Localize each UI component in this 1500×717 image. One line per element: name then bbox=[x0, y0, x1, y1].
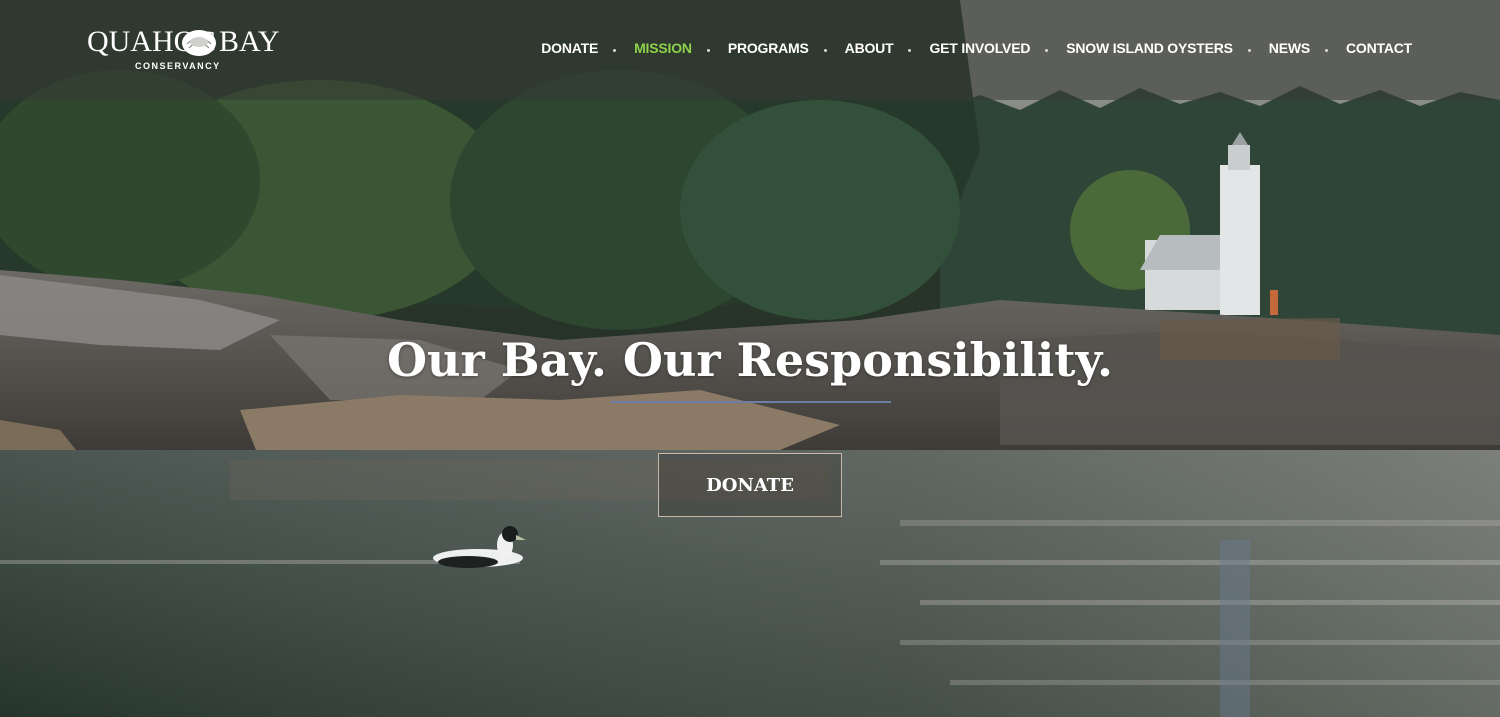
site-header: QUAHOG BAY CONSERVANCY DONATE MISSION PR… bbox=[0, 0, 1500, 100]
logo-subtitle: CONSERVANCY bbox=[135, 61, 221, 71]
logo-word-right: BAY bbox=[219, 25, 280, 58]
nav-label: CONTACT bbox=[1346, 40, 1412, 56]
nav-separator-dot bbox=[613, 48, 617, 52]
hero-title: Our Bay. Our Responsibility. bbox=[386, 332, 1114, 387]
nav-item-about[interactable]: ABOUT bbox=[845, 40, 930, 56]
site-logo[interactable]: QUAHOG BAY CONSERVANCY bbox=[87, 24, 280, 74]
main-navigation: DONATE MISSION PROGRAMS ABOUT GET INVOLV… bbox=[541, 36, 1412, 60]
nav-label: NEWS bbox=[1268, 40, 1310, 56]
nav-separator-dot bbox=[1325, 48, 1328, 52]
nav-separator-dot bbox=[908, 48, 912, 52]
nav-label: PROGRAMS bbox=[727, 40, 809, 56]
nav-label: DONATE bbox=[541, 40, 599, 56]
nav-item-news[interactable]: NEWS bbox=[1269, 40, 1346, 56]
nav-label: GET INVOLVED bbox=[929, 40, 1031, 56]
nav-separator-dot bbox=[706, 48, 710, 52]
nav-separator-dot bbox=[1045, 48, 1049, 52]
nav-label: SNOW ISLAND OYSTERS bbox=[1066, 40, 1233, 56]
nav-item-get-involved[interactable]: GET INVOLVED bbox=[929, 40, 1066, 56]
nav-item-contact[interactable]: CONTACT bbox=[1346, 40, 1412, 56]
nav-separator-dot bbox=[1247, 48, 1251, 52]
hero-divider bbox=[611, 401, 891, 403]
nav-item-programs[interactable]: PROGRAMS bbox=[728, 40, 845, 56]
nav-label: MISSION bbox=[634, 40, 692, 56]
nav-separator-dot bbox=[823, 48, 827, 52]
nav-item-donate[interactable]: DONATE bbox=[541, 40, 634, 56]
nav-label: ABOUT bbox=[844, 40, 894, 56]
donate-cta-button[interactable]: DONATE bbox=[658, 453, 842, 517]
nav-item-snow-island-oysters[interactable]: SNOW ISLAND OYSTERS bbox=[1066, 40, 1269, 56]
nav-item-mission[interactable]: MISSION bbox=[634, 40, 728, 56]
quahog-shell-icon bbox=[181, 26, 217, 63]
